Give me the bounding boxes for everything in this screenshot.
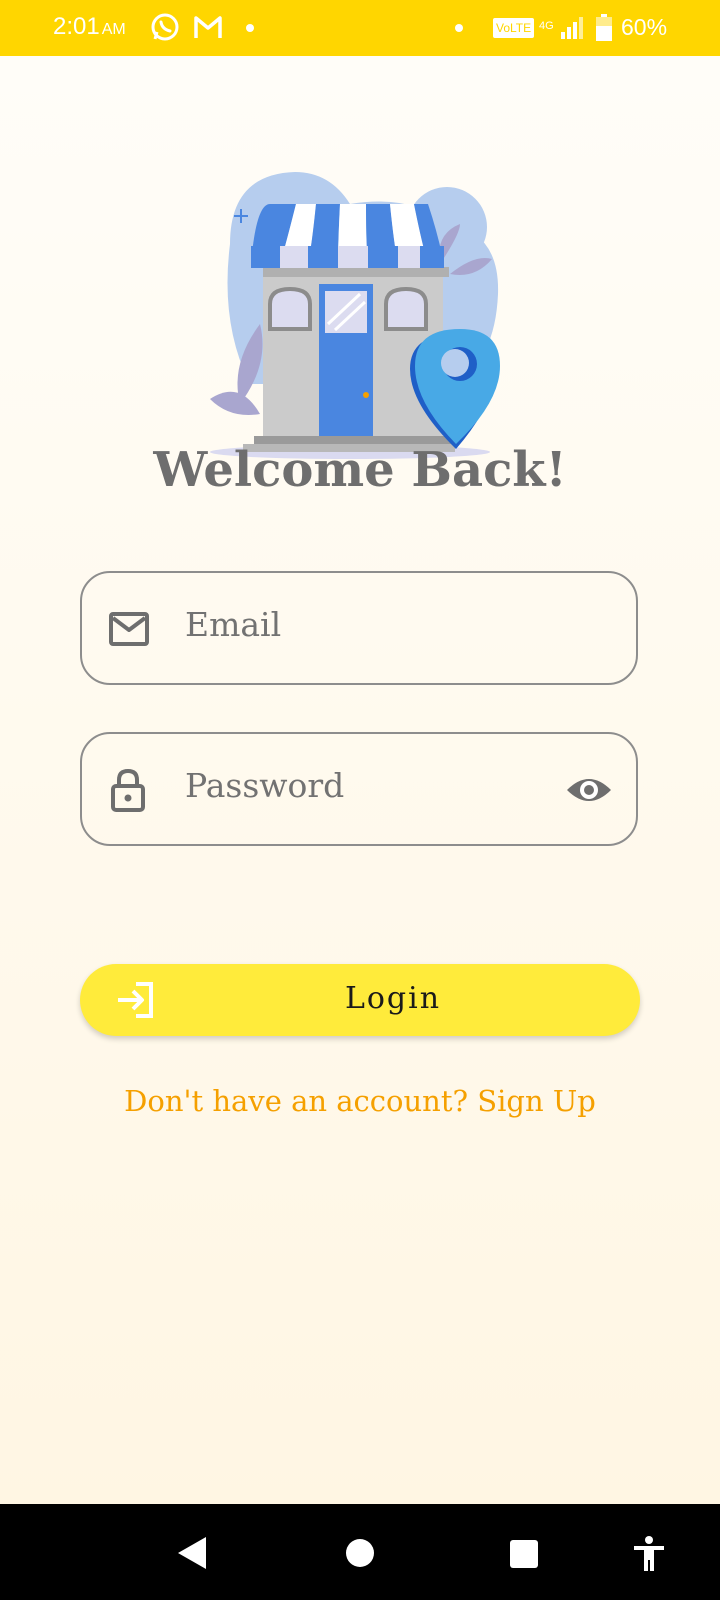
notification-dot <box>246 24 254 32</box>
email-placeholder: Email <box>185 605 282 644</box>
login-button[interactable]: Login <box>80 964 640 1036</box>
mail-icon <box>108 611 150 651</box>
gmail-icon <box>193 12 223 47</box>
clock: 2:01 AM <box>53 13 126 40</box>
back-icon[interactable] <box>176 1536 208 1574</box>
password-placeholder: Password <box>185 766 345 805</box>
page-title: Welcome Back! <box>153 442 567 498</box>
password-field[interactable]: Password <box>80 732 638 846</box>
network-type: 4G <box>539 20 554 32</box>
email-field[interactable]: Email <box>80 571 638 685</box>
storefront-location-illustration <box>210 164 510 468</box>
login-label: Login <box>344 981 442 1016</box>
eye-icon[interactable] <box>566 774 612 810</box>
status-bar: 2:01 AM VoLTE 4G 60% <box>0 0 720 56</box>
notification-dot <box>455 24 463 32</box>
navigation-bar <box>0 1504 720 1600</box>
signal-icon <box>560 16 584 45</box>
signup-link[interactable]: Don't have an account? Sign Up <box>0 1084 720 1118</box>
battery-icon <box>595 14 613 47</box>
volte-badge: VoLTE <box>493 18 535 38</box>
accessibility-icon[interactable] <box>633 1536 665 1576</box>
whatsapp-icon <box>150 12 180 47</box>
home-icon[interactable] <box>345 1538 375 1572</box>
lock-icon <box>108 768 148 816</box>
login-screen: Welcome Back! Email Password Login Don't… <box>0 56 720 1504</box>
recents-icon[interactable] <box>509 1539 539 1573</box>
battery-level: 60% <box>621 14 668 40</box>
